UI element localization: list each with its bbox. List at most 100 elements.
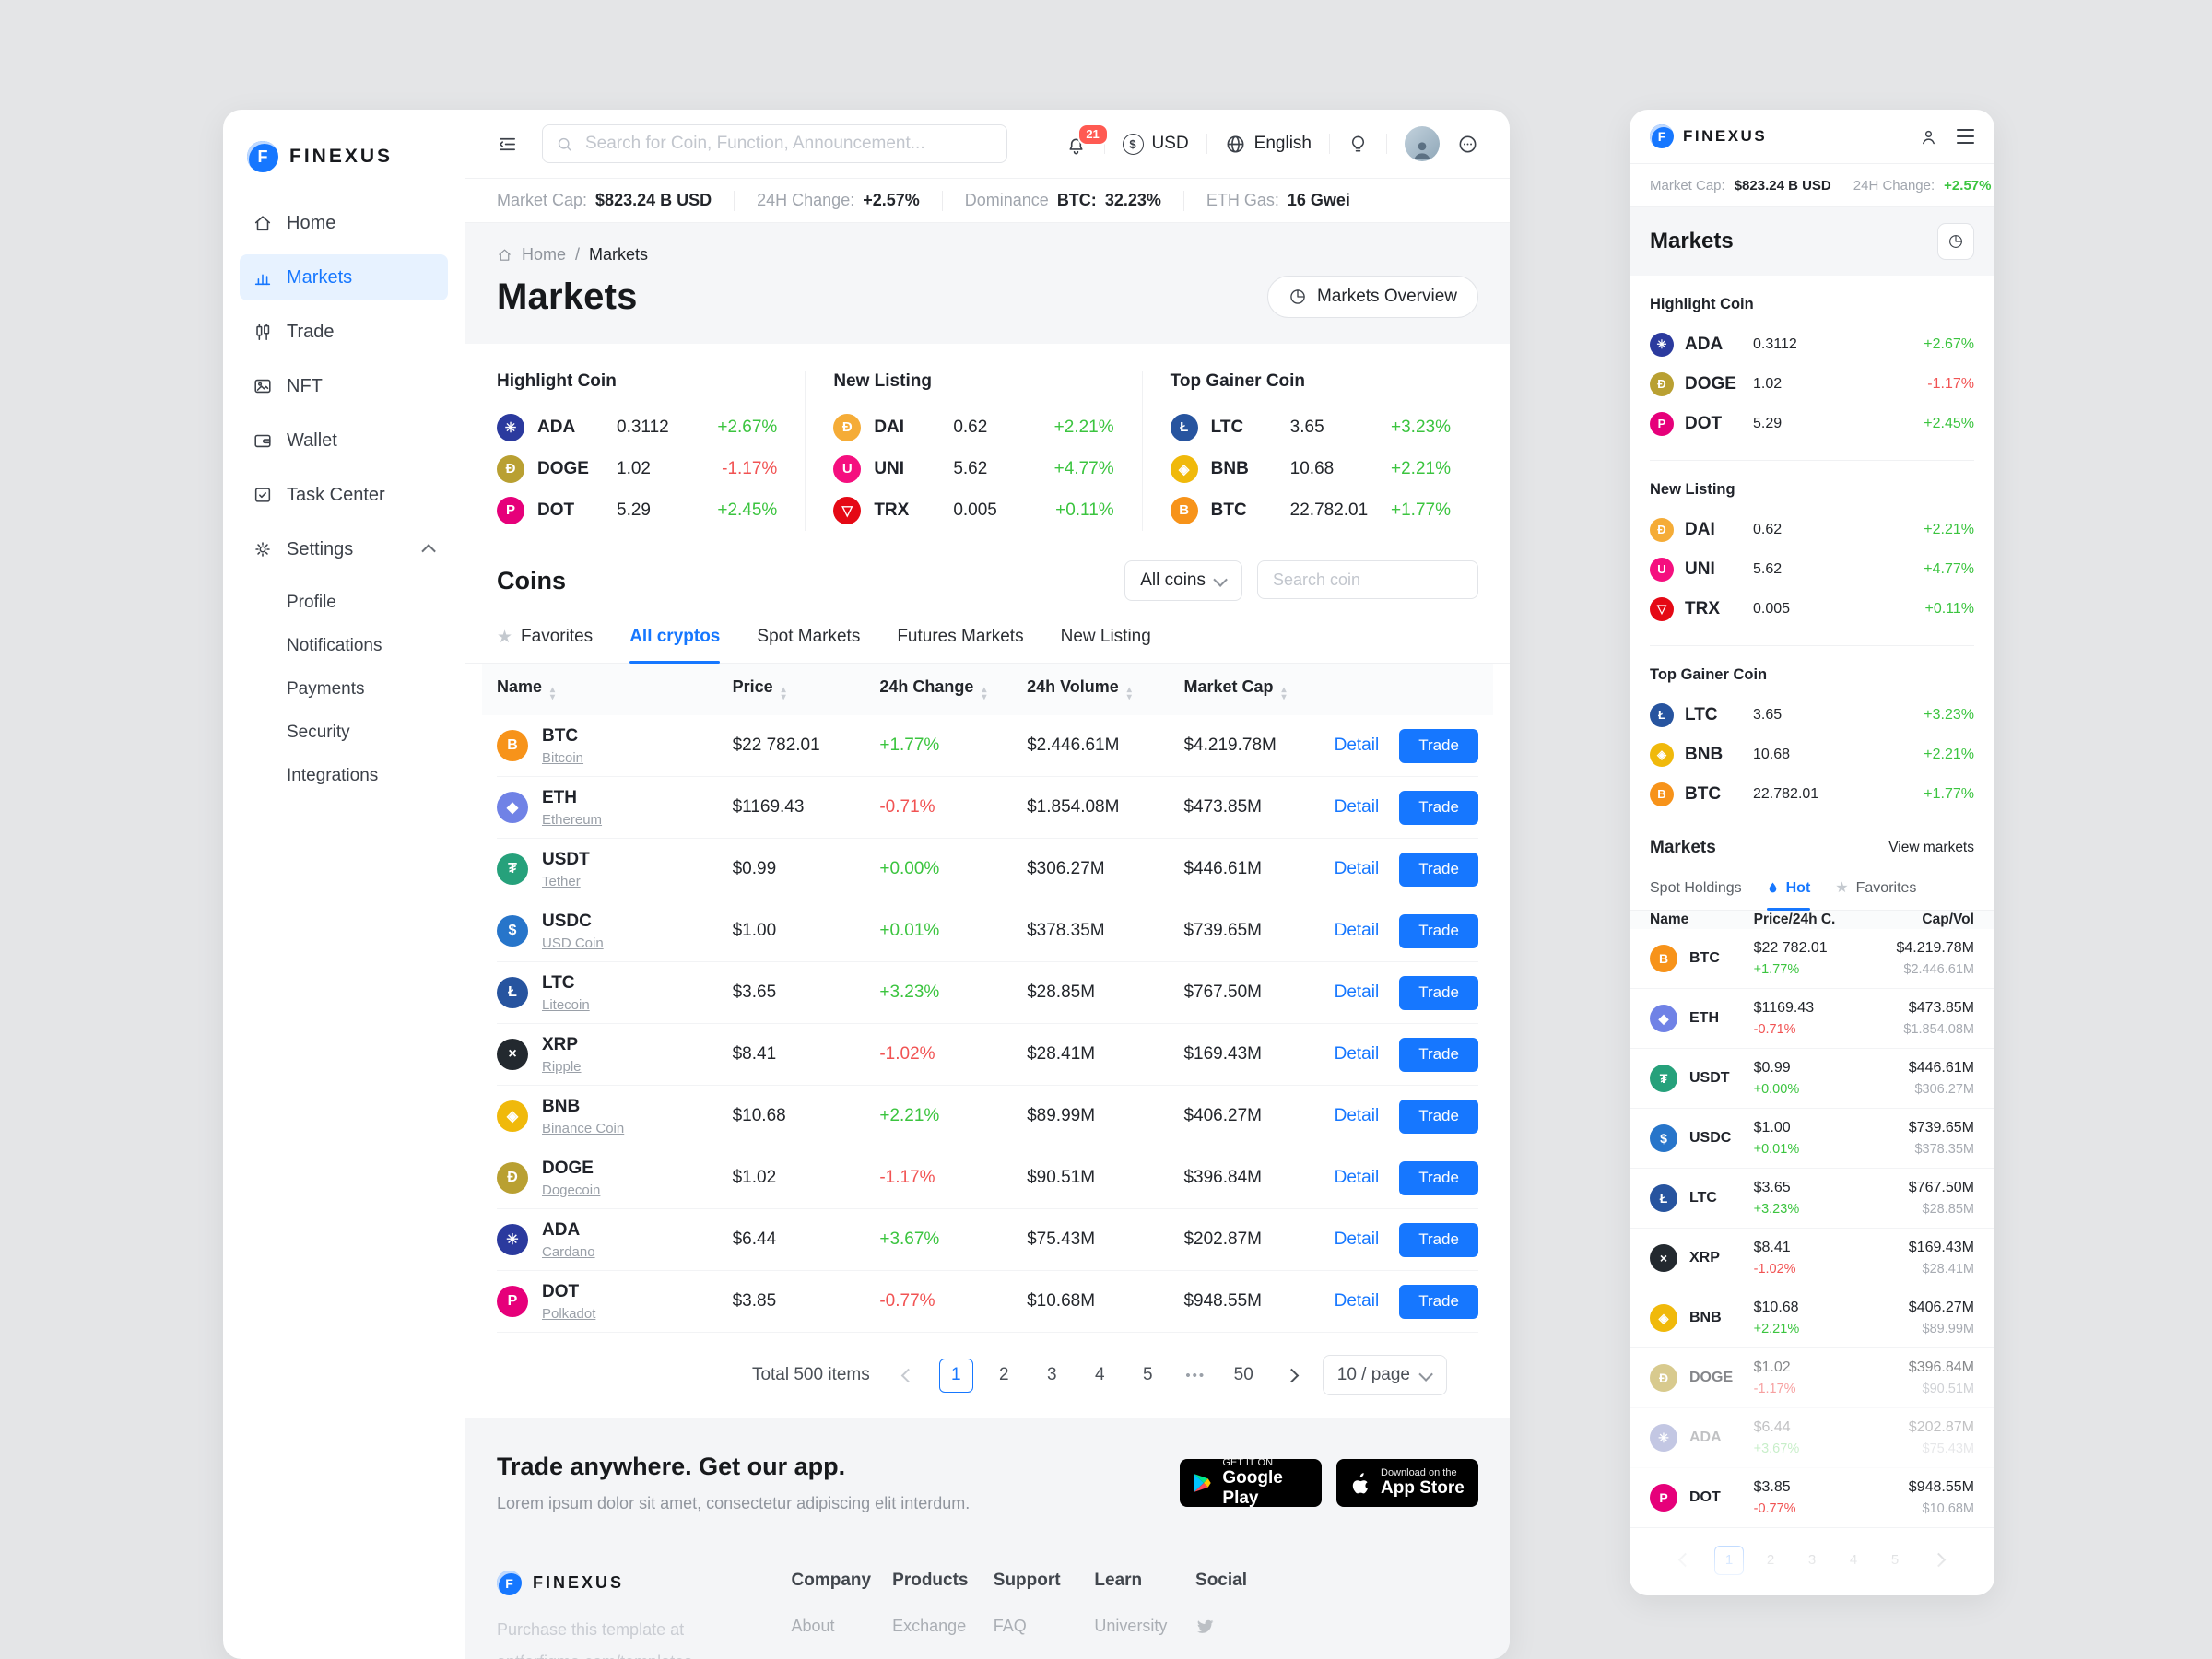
pagination-next-button[interactable] <box>1922 1543 1956 1577</box>
table-row[interactable]: ◆ ETH $1169.43 -0.71% $473.85M $1.854.08… <box>1630 989 1994 1049</box>
highlight-coin-row[interactable]: Ł LTC 3.65 +3.23% <box>1650 695 1974 735</box>
trade-button[interactable]: Trade <box>1399 1161 1478 1195</box>
detail-link[interactable]: Detail <box>1335 1291 1380 1312</box>
coin-search[interactable] <box>1257 560 1478 599</box>
pagination-page-button[interactable]: 2 <box>987 1359 1021 1393</box>
coin-name-link[interactable]: Ethereum <box>542 812 602 828</box>
tab-hot[interactable]: Hot <box>1767 880 1811 910</box>
tab-all-cryptos[interactable]: All cryptos <box>629 627 720 663</box>
notifications-button[interactable]: 21 <box>1065 132 1087 157</box>
tab-spot-markets[interactable]: Spot Markets <box>757 627 860 663</box>
trade-button[interactable]: Trade <box>1399 976 1478 1010</box>
pagination-page-button[interactable]: 2 <box>1756 1546 1785 1575</box>
coin-name-link[interactable]: Dogecoin <box>542 1182 600 1198</box>
pagination-next-button[interactable] <box>1275 1359 1309 1393</box>
pagination-page-button[interactable]: 5 <box>1131 1359 1165 1393</box>
highlight-coin-row[interactable]: ◈ BNB 10.68 +2.21% <box>1171 448 1451 489</box>
highlight-coin-row[interactable]: Đ DOGE 1.02 -1.17% <box>1650 364 1974 404</box>
sidebar-item-nft[interactable]: NFT <box>240 363 448 409</box>
footer-link[interactable]: University <box>1094 1617 1195 1636</box>
sort-icon[interactable]: ▴▾ <box>782 687 786 701</box>
hamburger-menu-icon[interactable] <box>1957 129 1974 144</box>
trade-button[interactable]: Trade <box>1399 853 1478 887</box>
sidebar-item-notifications[interactable]: Notifications <box>287 624 448 667</box>
pagination-prev-button[interactable] <box>1668 1543 1702 1577</box>
sidebar-item-security[interactable]: Security <box>287 711 448 754</box>
app-store-badge[interactable]: Download on the App Store <box>1336 1459 1478 1507</box>
detail-link[interactable]: Detail <box>1335 859 1380 879</box>
table-row[interactable]: ₮ USDT $0.99 +0.00% $446.61M $306.27M <box>1630 1049 1994 1109</box>
trade-button[interactable]: Trade <box>1399 914 1478 948</box>
theme-toggle-button[interactable] <box>1347 134 1369 155</box>
sidebar-item-profile[interactable]: Profile <box>287 581 448 624</box>
table-row[interactable]: ◈ BNB $10.68 +2.21% $406.27M $89.99M <box>1630 1288 1994 1348</box>
coin-name-link[interactable]: Bitcoin <box>542 750 583 766</box>
coin-name-link[interactable]: Polkadot <box>542 1306 595 1322</box>
pagination-page-button[interactable]: 1 <box>939 1359 973 1393</box>
detail-link[interactable]: Detail <box>1335 1106 1380 1126</box>
sidebar-item-wallet[interactable]: Wallet <box>240 418 448 464</box>
page-size-select[interactable]: 10 / page <box>1323 1355 1447 1395</box>
sidebar-item-trade[interactable]: Trade <box>240 309 448 355</box>
pagination-page-button[interactable]: 3 <box>1797 1546 1827 1575</box>
column-header-cap-vol[interactable]: Cap/Vol <box>1864 912 1974 928</box>
sort-icon[interactable]: ▴▾ <box>550 687 555 701</box>
view-markets-link[interactable]: View markets <box>1888 840 1974 856</box>
highlight-coin-row[interactable]: ✳ ADA 0.3112 +2.67% <box>497 406 777 448</box>
column-header-name[interactable]: Name▴▾ <box>497 677 733 701</box>
pagination-page-button[interactable]: ••• <box>1179 1359 1213 1393</box>
highlight-coin-row[interactable]: ◈ BNB 10.68 +2.21% <box>1650 735 1974 774</box>
footer-link[interactable]: Exchange <box>892 1617 994 1636</box>
detail-link[interactable]: Detail <box>1335 797 1380 818</box>
table-row[interactable]: Đ DOGE $1.02 -1.17% $396.84M $90.51M <box>1630 1348 1994 1408</box>
tab-futures-markets[interactable]: Futures Markets <box>897 627 1023 663</box>
sort-icon[interactable]: ▴▾ <box>1282 687 1287 701</box>
menu-fold-icon[interactable] <box>497 134 518 155</box>
tab-new-listing[interactable]: New Listing <box>1061 627 1151 663</box>
currency-selector[interactable]: $ USD <box>1123 134 1189 155</box>
footer-link[interactable]: FAQ <box>994 1617 1095 1636</box>
highlight-coin-row[interactable]: P DOT 5.29 +2.45% <box>497 489 777 531</box>
coin-filter-select[interactable]: All coins <box>1124 560 1242 601</box>
highlight-coin-row[interactable]: Đ DOGE 1.02 -1.17% <box>497 448 777 489</box>
sidebar-item-home[interactable]: Home <box>240 200 448 246</box>
coin-name-link[interactable]: Litecoin <box>542 997 590 1013</box>
tab-favorites[interactable]: ★ Favorites <box>1835 880 1916 910</box>
detail-link[interactable]: Detail <box>1335 921 1380 941</box>
sidebar-item-settings[interactable]: Settings <box>240 526 448 572</box>
coin-name-link[interactable]: Ripple <box>542 1059 582 1075</box>
highlight-coin-row[interactable]: ▽ TRX 0.005 +0.11% <box>833 489 1113 531</box>
person-icon[interactable] <box>1919 127 1938 147</box>
highlight-coin-row[interactable]: Ð DAI 0.62 +2.21% <box>1650 510 1974 549</box>
pagination-prev-button[interactable] <box>891 1359 925 1393</box>
google-play-badge[interactable]: GET IT ON Google Play <box>1180 1459 1322 1507</box>
sort-icon[interactable]: ▴▾ <box>982 687 986 701</box>
search-input[interactable] <box>583 133 994 155</box>
language-selector[interactable]: English <box>1225 134 1312 155</box>
detail-link[interactable]: Detail <box>1335 982 1380 1003</box>
tab-spot-holdings[interactable]: Spot Holdings <box>1650 880 1742 910</box>
column-header-price[interactable]: Price▴▾ <box>733 677 880 701</box>
avatar[interactable] <box>1405 126 1440 161</box>
brand-logo-icon[interactable]: F <box>1650 124 1674 148</box>
table-row[interactable]: B BTC $22 782.01 +1.77% $4.219.78M $2.44… <box>1630 929 1994 989</box>
column-header-name[interactable]: Name <box>1650 912 1754 928</box>
trade-button[interactable]: Trade <box>1399 791 1478 825</box>
highlight-coin-row[interactable]: U UNI 5.62 +4.77% <box>833 448 1113 489</box>
column-header-change[interactable]: 24h Change▴▾ <box>879 677 1027 701</box>
detail-link[interactable]: Detail <box>1335 1230 1380 1250</box>
trade-button[interactable]: Trade <box>1399 1038 1478 1072</box>
highlight-coin-row[interactable]: U UNI 5.62 +4.77% <box>1650 549 1974 589</box>
brand-logo[interactable]: F FINEXUS <box>240 137 448 200</box>
highlight-coin-row[interactable]: B BTC 22.782.01 +1.77% <box>1650 774 1974 814</box>
highlight-coin-row[interactable]: ✳ ADA 0.3112 +2.67% <box>1650 324 1974 364</box>
pagination-page-button[interactable]: 1 <box>1714 1546 1744 1575</box>
trade-button[interactable]: Trade <box>1399 1223 1478 1257</box>
coin-name-link[interactable]: USD Coin <box>542 935 604 951</box>
pagination-page-button[interactable]: 4 <box>1839 1546 1868 1575</box>
sidebar-item-task-center[interactable]: Task Center <box>240 472 448 518</box>
detail-link[interactable]: Detail <box>1335 735 1380 756</box>
support-chat-button[interactable] <box>1457 134 1478 155</box>
coin-search-input[interactable] <box>1271 570 1488 591</box>
highlight-coin-row[interactable]: P DOT 5.29 +2.45% <box>1650 404 1974 443</box>
